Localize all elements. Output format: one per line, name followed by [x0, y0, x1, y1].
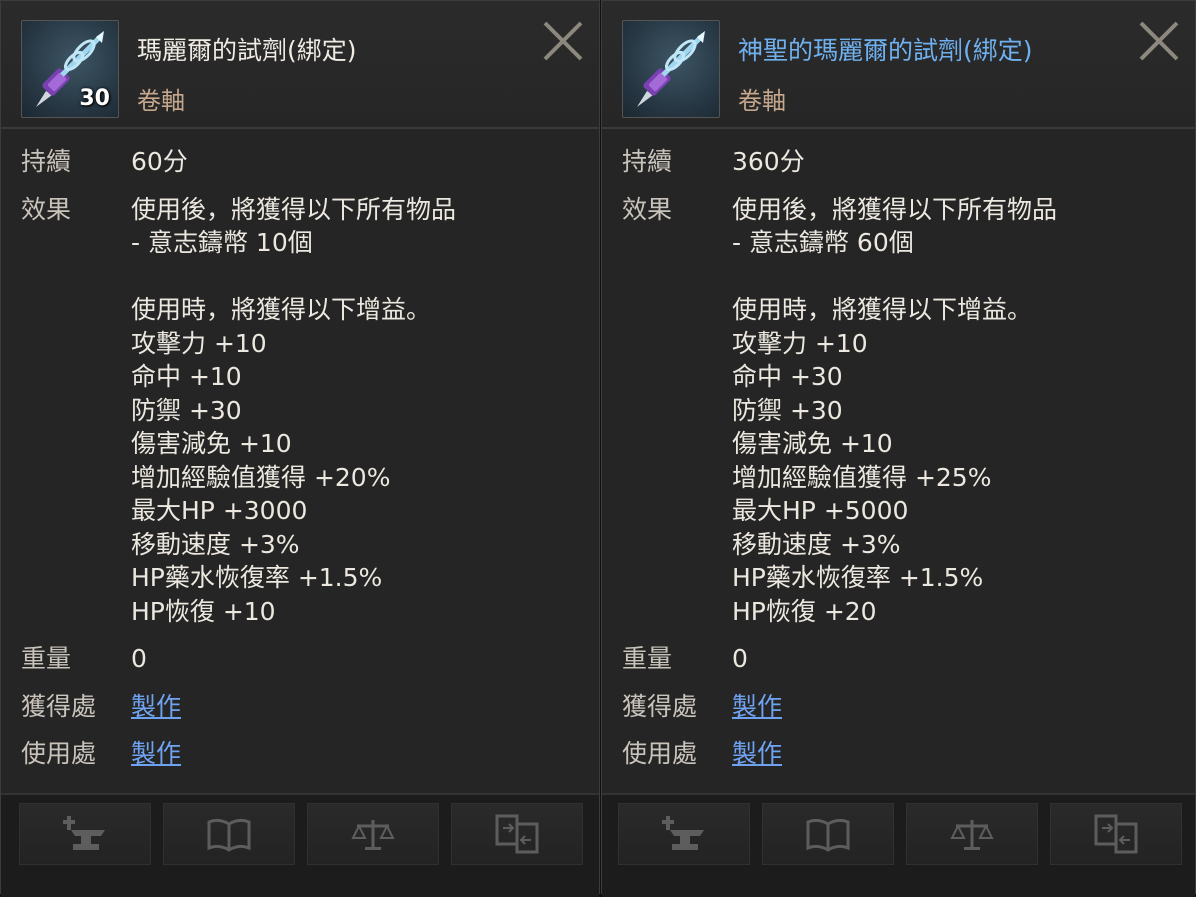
item-tooltip-left: 30 瑪麗爾的試劑(綁定) 卷軸 持續 60分 效果 使用後，將獲得以下所有物品… [0, 0, 600, 897]
scales-icon [950, 820, 994, 850]
source-label: 獲得處 [622, 691, 698, 721]
anvil-button[interactable] [19, 803, 151, 865]
source-link[interactable]: 製作 [732, 692, 782, 721]
effect-value: 使用後，將獲得以下所有物品 - 意志鑄幣 60個 使用時，將獲得以下增益。 攻擊… [732, 194, 1058, 626]
item-type: 卷軸 [738, 87, 786, 115]
anvil-button[interactable] [618, 803, 750, 865]
weight-label: 重量 [622, 644, 673, 673]
use-label: 使用處 [21, 739, 97, 768]
item-icon-slot[interactable] [622, 20, 720, 118]
effect-row: 效果 使用後，將獲得以下所有物品 - 意志鑄幣 10個 使用時，將獲得以下增益。… [1, 193, 599, 629]
effect-label: 效果 [21, 194, 72, 224]
tooltip-header: 神聖的瑪麗爾的試劑(綁定) 卷軸 [602, 1, 1195, 129]
item-type: 卷軸 [137, 87, 185, 115]
compare-button[interactable] [451, 803, 583, 865]
source-row: 獲得處 製作 [1, 690, 599, 724]
use-label: 使用處 [622, 739, 698, 768]
tooltip-body: 持續 360分 效果 使用後，將獲得以下所有物品 - 意志鑄幣 60個 使用時，… [602, 129, 1195, 771]
item-title: 神聖的瑪麗爾的試劑(綁定) [738, 36, 1033, 65]
duration-row: 持續 60分 [1, 145, 599, 179]
anvil-icon [662, 816, 704, 850]
scales-icon [351, 820, 395, 850]
duration-label: 持續 [622, 147, 673, 176]
tooltip-body: 持續 60分 效果 使用後，將獲得以下所有物品 - 意志鑄幣 10個 使用時，將… [1, 129, 599, 771]
weight-row: 重量 0 [602, 642, 1195, 676]
effect-label: 效果 [622, 194, 673, 224]
book-button[interactable] [762, 803, 894, 865]
item-icon-slot[interactable]: 30 [21, 20, 119, 118]
weight-value: 0 [131, 644, 147, 673]
weight-value: 0 [732, 644, 748, 673]
duration-row: 持續 360分 [602, 145, 1195, 179]
source-row: 獲得處 製作 [602, 690, 1195, 724]
effect-row: 效果 使用後，將獲得以下所有物品 - 意志鑄幣 60個 使用時，將獲得以下增益。… [602, 193, 1195, 629]
duration-value: 360分 [732, 147, 805, 176]
duration-label: 持續 [21, 147, 72, 176]
item-quantity: 30 [79, 86, 110, 111]
source-label: 獲得處 [21, 691, 97, 721]
action-bar [602, 793, 1195, 897]
close-icon [543, 21, 583, 61]
close-button[interactable] [541, 19, 585, 63]
book-icon [806, 818, 850, 852]
weight-label: 重量 [21, 644, 72, 673]
item-tooltip-right: 神聖的瑪麗爾的試劑(綁定) 卷軸 持續 360分 效果 使用後，將獲得以下所有物… [601, 0, 1196, 897]
tooltip-header: 30 瑪麗爾的試劑(綁定) 卷軸 [1, 1, 599, 129]
use-row: 使用處 製作 [1, 737, 599, 771]
use-link[interactable]: 製作 [131, 739, 181, 768]
source-link[interactable]: 製作 [131, 692, 181, 721]
compare-icon [495, 814, 539, 854]
compare-icon [1094, 814, 1138, 854]
book-icon [207, 818, 251, 852]
duration-value: 60分 [131, 147, 188, 176]
scroll-potion-icon [637, 31, 705, 107]
close-icon [1139, 21, 1179, 61]
effect-value: 使用後，將獲得以下所有物品 - 意志鑄幣 10個 使用時，將獲得以下增益。 攻擊… [131, 194, 457, 626]
item-title: 瑪麗爾的試劑(綁定) [137, 36, 357, 65]
use-row: 使用處 製作 [602, 737, 1195, 771]
compare-button[interactable] [1050, 803, 1182, 865]
action-bar [1, 793, 599, 897]
anvil-icon [63, 816, 105, 850]
use-link[interactable]: 製作 [732, 739, 782, 768]
scales-button[interactable] [906, 803, 1038, 865]
weight-row: 重量 0 [1, 642, 599, 676]
scales-button[interactable] [307, 803, 439, 865]
close-button[interactable] [1137, 19, 1181, 63]
book-button[interactable] [163, 803, 295, 865]
